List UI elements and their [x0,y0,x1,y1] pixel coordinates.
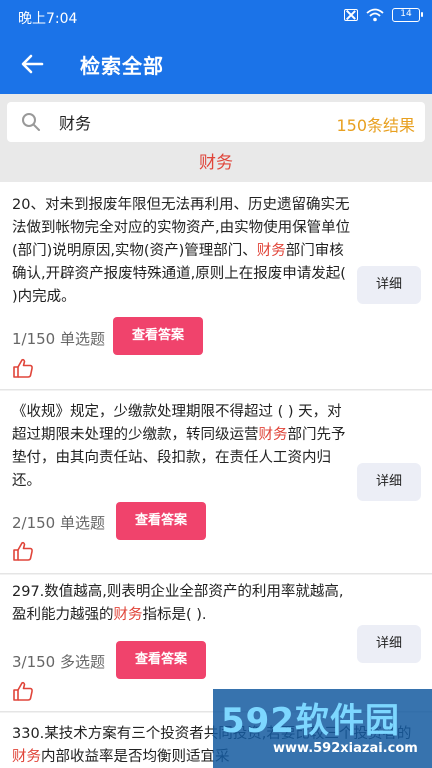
search-icon [22,113,40,131]
thumbs-up-icon[interactable] [12,358,34,378]
status-bar: 晚上7:04 14 [0,0,432,34]
question-index: 1/150 [12,330,56,348]
battery-icon: 14 [392,8,423,22]
question-type: 单选题 [60,330,106,348]
keyword-highlight: 财务 [256,243,286,259]
search-box[interactable]: 150条结果 [7,102,425,142]
thumbs-up-icon[interactable] [12,541,34,561]
section-title: 财务 [0,152,432,182]
question-index: 2/150 [12,514,56,532]
view-answer-button[interactable]: 查看答案 [116,502,206,540]
question-card: 《收规》规定，少缴款处理期限不得超过 ( ) 天，对超过期限未处理的少缴款，转同… [0,391,432,574]
watermark-brand: 592软件园 [221,701,400,741]
watermark-url: www.592xiazai.com [273,741,418,756]
question-type: 多选题 [60,653,106,671]
detail-button[interactable]: 详细 [357,266,421,304]
app-bar: 检索全部 [0,34,432,94]
wifi-icon [366,8,384,22]
keyword-highlight: 财务 [258,427,288,443]
detail-button[interactable]: 详细 [357,463,421,501]
search-input[interactable] [59,102,319,142]
keyword-highlight: 财务 [113,607,143,623]
result-count: 150条结果 [336,116,415,135]
view-answer-button[interactable]: 查看答案 [113,317,203,355]
thumbs-up-icon[interactable] [12,681,34,701]
status-time: 晚上7:04 [18,11,78,27]
question-meta: 1/150 单选题 [12,328,105,349]
question-type: 单选题 [60,514,106,532]
view-answer-button[interactable]: 查看答案 [116,641,206,679]
question-text: 297.数值越高,则表明企业全部资产的利用率就越高,盈利能力越强的财务指标是( … [12,584,344,623]
page-title: 检索全部 [80,54,164,78]
search-bar: 150条结果 [0,94,432,152]
question-text: 《收规》规定，少缴款处理期限不得超过 ( ) 天，对超过期限未处理的少缴款，转同… [12,404,346,489]
question-meta: 3/150 多选题 [12,651,105,672]
keyword-highlight: 财务 [12,749,41,765]
status-icons: 14 [344,8,423,22]
back-arrow-icon[interactable] [16,48,48,80]
question-meta: 2/150 单选题 [12,512,105,533]
watermark-logo: 592软件园 www.592xiazai.com [213,689,432,768]
question-index: 3/150 [12,653,56,671]
question-text: 20、对未到报废年限但无法再利用、历史遗留确实无法做到帐物完全对应的实物资产,由… [12,197,351,305]
detail-button[interactable]: 详细 [357,625,421,663]
no-sim-icon [344,9,358,21]
question-card: 20、对未到报废年限但无法再利用、历史遗留确实无法做到帐物完全对应的实物资产,由… [0,182,432,390]
